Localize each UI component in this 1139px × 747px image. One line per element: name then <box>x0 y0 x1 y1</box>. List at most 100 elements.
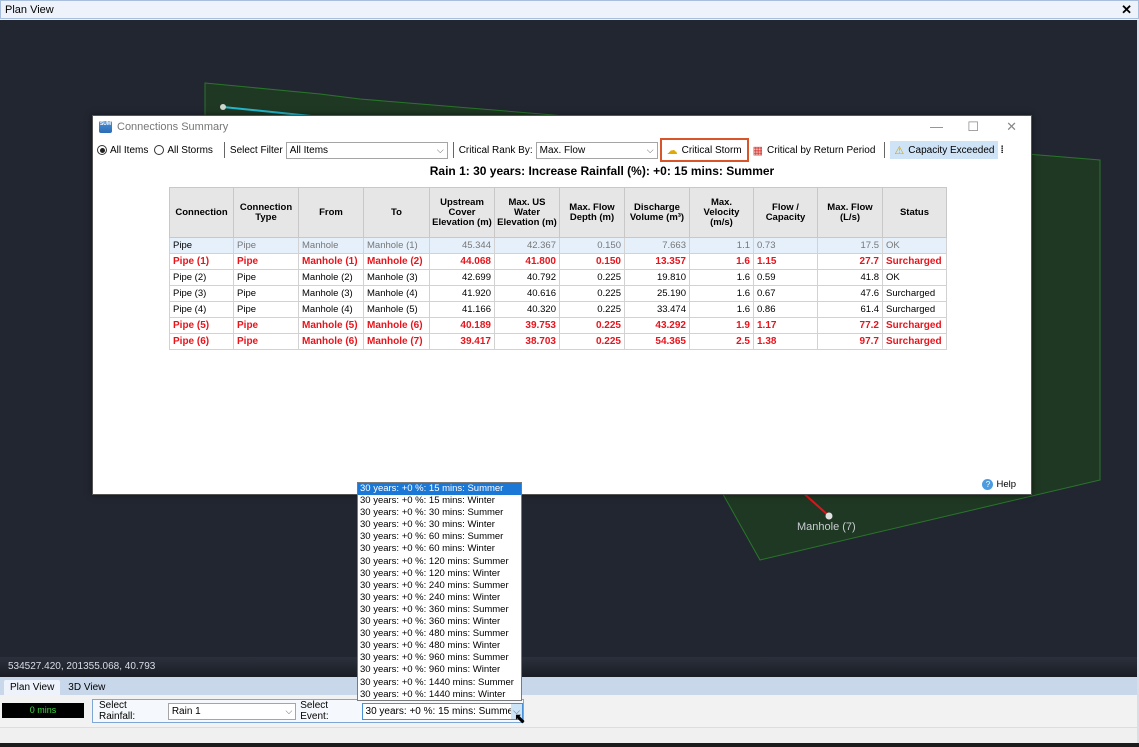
column-header[interactable]: To <box>363 187 430 238</box>
table-cell: 0.86 <box>753 301 818 318</box>
critical-return-label: Critical by Return Period <box>767 144 876 156</box>
table-cell: Pipe (1) <box>169 253 234 270</box>
event-option[interactable]: 30 years: +0 %: 360 mins: Winter <box>358 616 521 628</box>
table-cell: 40.616 <box>494 285 560 302</box>
radio-all-storms[interactable]: All Storms <box>154 145 213 156</box>
table-cell: 54.365 <box>624 333 690 350</box>
table-cell: 41.800 <box>494 253 560 270</box>
maximize-icon[interactable]: ☐ <box>967 119 979 135</box>
table-row[interactable]: Pipe (6) Pipe Manhole (6) Manhole (7) 39.417… <box>169 333 947 350</box>
table-cell: Manhole (5) <box>363 301 430 318</box>
event-option[interactable]: 30 years: +0 %: 15 mins: Summer <box>358 483 521 496</box>
column-header[interactable]: Max. Flow (L/s) <box>817 187 883 238</box>
column-header[interactable]: Max. Flow Depth (m) <box>559 187 625 238</box>
table-cell: 17.5 <box>817 237 883 254</box>
table-cell: 38.703 <box>494 333 560 350</box>
radio-all-storms-label: All Storms <box>167 144 213 156</box>
filter-select[interactable]: All Items ⌵ <box>285 141 448 159</box>
event-option[interactable]: 30 years: +0 %: 360 mins: Summer <box>358 604 521 616</box>
capacity-exceeded-button[interactable]: ⚠ Capacity Exceeded <box>890 141 999 159</box>
table-cell: 1.6 <box>689 301 754 318</box>
event-option[interactable]: 30 years: +0 %: 480 mins: Summer <box>358 628 521 640</box>
manhole-7-label: Manhole (7) <box>797 521 856 533</box>
table-cell: 0.225 <box>559 285 625 302</box>
dialog-title: Connections Summary <box>117 121 229 133</box>
event-option[interactable]: 30 years: +0 %: 240 mins: Summer <box>358 580 521 592</box>
help-button[interactable]: ? Help <box>982 479 1016 490</box>
column-header[interactable]: Max. Velocity (m/s) <box>689 187 754 238</box>
column-header[interactable]: Status <box>882 187 947 238</box>
tab-plan-view[interactable]: Plan View <box>4 680 61 695</box>
critical-storm-label: Critical Storm <box>681 144 742 156</box>
table-cell: OK <box>882 237 947 254</box>
table-row[interactable]: Pipe (1) Pipe Manhole (1) Manhole (2) 44.068… <box>169 253 947 270</box>
event-option[interactable]: 30 years: +0 %: 120 mins: Winter <box>358 568 521 580</box>
event-option[interactable]: 30 years: +0 %: 480 mins: Winter <box>358 640 521 652</box>
rainfall-value: Rain 1 <box>171 705 201 717</box>
critical-return-period-button[interactable]: ▦ Critical by Return Period <box>749 141 880 159</box>
table-cell: 42.699 <box>429 269 495 286</box>
table-cell: 1.1 <box>689 237 754 254</box>
radio-all-items[interactable]: All Items <box>97 145 148 156</box>
table-cell: Pipe (2) <box>169 269 234 286</box>
column-header[interactable]: Connection <box>169 187 234 238</box>
close-icon[interactable]: ✕ <box>1121 2 1132 18</box>
table-cell: 0.225 <box>559 333 625 350</box>
status-strip <box>0 727 1137 743</box>
rainfall-select[interactable]: Rain 1 ⌵ <box>167 702 297 720</box>
radio-unchecked-icon <box>154 145 165 155</box>
column-header[interactable]: Flow / Capacity <box>753 187 818 238</box>
filter-label: Select Filter <box>229 144 283 156</box>
table-cell: Pipe (3) <box>169 285 234 302</box>
table-cell: 40.189 <box>429 317 495 334</box>
table-cell: Manhole (2) <box>363 253 430 270</box>
plan-view-titlebar: Plan View ✕ <box>0 0 1139 19</box>
table-row[interactable]: Pipe (5) Pipe Manhole (5) Manhole (6) 40.189… <box>169 317 947 334</box>
connections-summary-dialog: SUM Connections Summary — ☐ ✕ All Items … <box>92 115 1032 495</box>
results-heading: Rain 1: 30 years: Increase Rainfall (%):… <box>429 164 775 178</box>
event-option[interactable]: 30 years: +0 %: 60 mins: Summer <box>358 531 521 543</box>
close-icon[interactable]: ✕ <box>1006 119 1017 135</box>
table-cell: 0.225 <box>559 269 625 286</box>
table-cell: 0.150 <box>559 237 625 254</box>
table-cell: 0.150 <box>559 253 625 270</box>
column-header[interactable]: Connection Type <box>233 187 299 238</box>
table-cell: 45.344 <box>429 237 495 254</box>
column-header[interactable]: Max. US Water Elevation (m) <box>494 187 560 238</box>
event-option[interactable]: 30 years: +0 %: 60 mins: Winter <box>358 543 521 555</box>
event-option[interactable]: 30 years: +0 %: 120 mins: Summer <box>358 556 521 568</box>
toolbar-overflow-icon[interactable]: ⁞ <box>1000 145 1003 156</box>
dialog-toolbar: All Items All Storms Select Filter All I… <box>93 138 1031 162</box>
event-option[interactable]: 30 years: +0 %: 1440 mins: Winter <box>358 689 521 701</box>
event-option[interactable]: 30 years: +0 %: 960 mins: Summer <box>358 652 521 664</box>
table-row[interactable]: Pipe Pipe Manhole Manhole (1) 45.344 42.367 0.… <box>169 237 947 254</box>
table-row[interactable]: Pipe (3) Pipe Manhole (3) Manhole (4) 41.920… <box>169 285 947 302</box>
table-row[interactable]: Pipe (4) Pipe Manhole (4) Manhole (5) 41.166… <box>169 301 947 318</box>
table-cell: Manhole (6) <box>298 333 364 350</box>
tab-3d-view[interactable]: 3D View <box>62 680 111 695</box>
event-option[interactable]: 30 years: +0 %: 30 mins: Winter <box>358 519 521 531</box>
radio-all-items-label: All Items <box>110 144 149 156</box>
table-cell: Pipe <box>169 237 234 254</box>
table-cell: 40.320 <box>494 301 560 318</box>
event-option[interactable]: 30 years: +0 %: 960 mins: Winter <box>358 664 521 676</box>
table-cell: Pipe <box>233 333 299 350</box>
event-option[interactable]: 30 years: +0 %: 30 mins: Summer <box>358 507 521 519</box>
minimize-icon[interactable]: — <box>930 119 943 134</box>
table-cell: 0.67 <box>753 285 818 302</box>
event-option[interactable]: 30 years: +0 %: 1440 mins: Summer <box>358 677 521 689</box>
event-option[interactable]: 30 years: +0 %: 240 mins: Winter <box>358 592 521 604</box>
event-option[interactable]: 30 years: +0 %: 15 mins: Winter <box>358 495 521 507</box>
event-select[interactable]: 30 years: +0 %: 15 mins: Summer ⌵ <box>361 702 523 720</box>
table-cell: Surcharged <box>882 285 947 302</box>
rank-select[interactable]: Max. Flow ⌵ <box>535 141 658 159</box>
event-dropdown-list[interactable]: 30 years: +0 %: 15 mins: Summer 30 years:… <box>357 482 522 701</box>
critical-storm-button[interactable]: ☁ Critical Storm <box>659 138 749 162</box>
chevron-down-icon: ⌵ <box>646 144 654 155</box>
table-row[interactable]: Pipe (2) Pipe Manhole (2) Manhole (3) 42.699… <box>169 269 947 286</box>
column-header[interactable]: From <box>298 187 364 238</box>
column-header[interactable]: Discharge Volume (m³) <box>624 187 690 238</box>
event-label: Select Event: <box>300 700 329 722</box>
column-header[interactable]: Upstream Cover Elevation (m) <box>429 187 495 238</box>
table-cell: 97.7 <box>817 333 883 350</box>
